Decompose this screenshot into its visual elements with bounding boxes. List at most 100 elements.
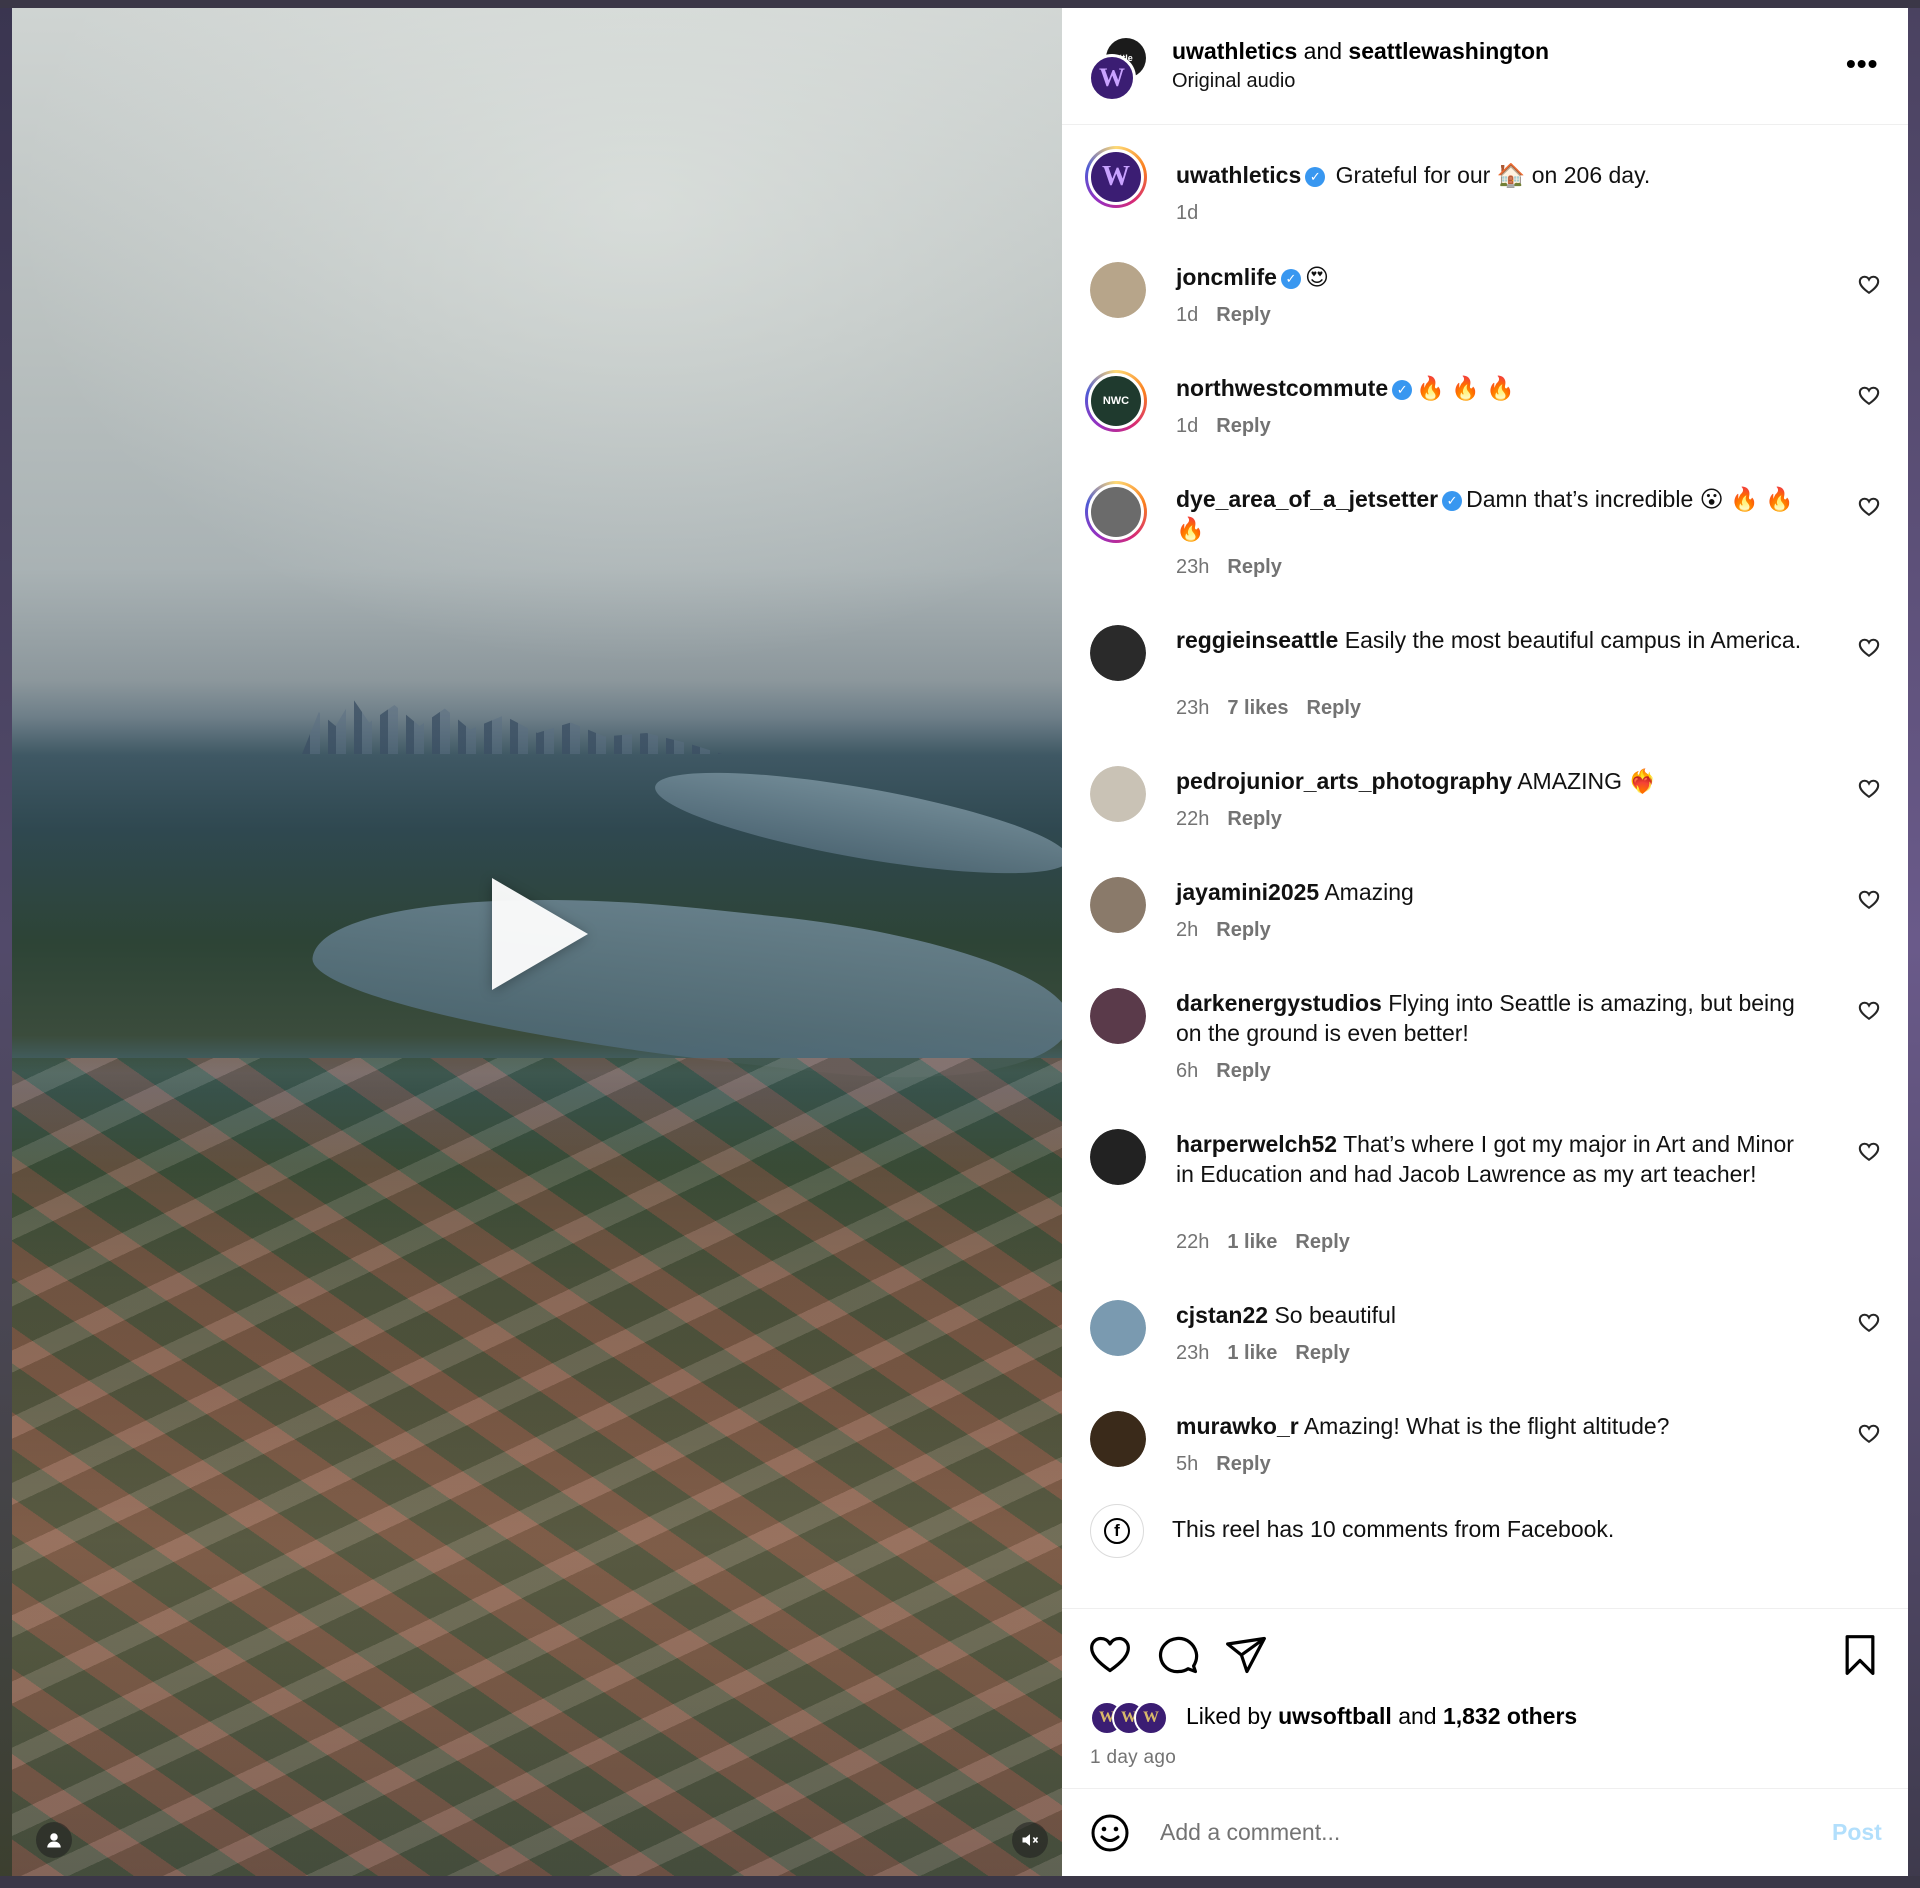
comment-time[interactable]: 2h bbox=[1176, 919, 1198, 941]
avatar[interactable] bbox=[1090, 262, 1146, 318]
comment-username[interactable]: reggieinseattle bbox=[1176, 627, 1338, 653]
backdrop-right bbox=[1908, 0, 1920, 1888]
reply-button[interactable]: Reply bbox=[1307, 697, 1361, 719]
reply-button[interactable]: Reply bbox=[1216, 919, 1270, 941]
post-timestamp[interactable]: 1 day ago bbox=[1090, 1747, 1176, 1769]
comment-time[interactable]: 23h bbox=[1176, 1342, 1209, 1364]
author-link[interactable]: seattlewashington bbox=[1348, 38, 1549, 64]
collab-avatars[interactable]: ttle W bbox=[1088, 38, 1150, 102]
video-skyline bbox=[302, 698, 722, 754]
comment-text: So beautiful bbox=[1274, 1302, 1396, 1328]
comment-time[interactable]: 23h bbox=[1176, 556, 1209, 578]
others-link[interactable]: 1,832 others bbox=[1443, 1703, 1577, 1729]
verified-badge-icon: ✓ bbox=[1442, 491, 1463, 511]
comment-likes[interactable]: 1 like bbox=[1227, 1342, 1277, 1364]
avatar[interactable]: NWC bbox=[1085, 370, 1147, 432]
comment-likes[interactable]: 1 like bbox=[1227, 1231, 1277, 1253]
video-lake-far bbox=[649, 752, 1062, 894]
video-campus bbox=[12, 1058, 1062, 1876]
post-authors: uwathletics and seattlewashington bbox=[1172, 38, 1550, 64]
likes-summary: W W W Liked by uwsoftball and 1,832 othe… bbox=[1090, 1701, 1850, 1737]
avatar[interactable] bbox=[1090, 1129, 1146, 1185]
person-icon[interactable] bbox=[36, 1822, 72, 1858]
comment-like-heart-icon[interactable] bbox=[1858, 889, 1880, 911]
audio-label[interactable]: Original audio bbox=[1172, 70, 1295, 93]
reply-button[interactable]: Reply bbox=[1216, 1453, 1270, 1475]
reply-button[interactable]: Reply bbox=[1216, 1060, 1270, 1082]
comment-like-heart-icon[interactable] bbox=[1858, 274, 1880, 296]
comment-time[interactable]: 6h bbox=[1176, 1060, 1198, 1082]
action-bar: W W W Liked by uwsoftball and 1,832 othe… bbox=[1062, 1608, 1908, 1797]
send-icon[interactable] bbox=[1224, 1633, 1268, 1677]
reply-button[interactable]: Reply bbox=[1295, 1342, 1349, 1364]
facebook-icon: f bbox=[1090, 1504, 1144, 1558]
caption-time[interactable]: 1d bbox=[1176, 202, 1198, 224]
avatar[interactable]: W bbox=[1085, 146, 1147, 208]
caption-username[interactable]: uwathletics bbox=[1176, 162, 1301, 188]
comment-time[interactable]: 22h bbox=[1176, 808, 1209, 830]
comment-text: Amazing bbox=[1324, 879, 1414, 905]
comment-likes[interactable]: 7 likes bbox=[1227, 697, 1288, 719]
smiley-icon[interactable] bbox=[1090, 1813, 1130, 1853]
avatar-uwathletics: W bbox=[1088, 54, 1136, 102]
post-button[interactable]: Post bbox=[1832, 1819, 1882, 1846]
comment-time[interactable]: 1d bbox=[1176, 415, 1198, 437]
comment-username[interactable]: murawko_r bbox=[1176, 1413, 1299, 1439]
comment-username[interactable]: cjstan22 bbox=[1176, 1302, 1268, 1328]
avatar[interactable] bbox=[1085, 481, 1147, 543]
reply-button[interactable]: Reply bbox=[1216, 415, 1270, 437]
backdrop-bottom bbox=[0, 1876, 1920, 1888]
comment-username[interactable]: darkenergystudios bbox=[1176, 990, 1382, 1016]
comment-time[interactable]: 5h bbox=[1176, 1453, 1198, 1475]
comment-composer: Post bbox=[1062, 1788, 1908, 1877]
reply-button[interactable]: Reply bbox=[1295, 1231, 1349, 1253]
comment-input[interactable] bbox=[1158, 1811, 1782, 1853]
comment-like-heart-icon[interactable] bbox=[1858, 637, 1880, 659]
comment-username[interactable]: pedrojunior_arts_photography bbox=[1176, 768, 1512, 794]
avatar[interactable] bbox=[1090, 1411, 1146, 1467]
avatar[interactable] bbox=[1090, 625, 1146, 681]
house-emoji: 🏠 bbox=[1496, 162, 1526, 188]
comment-username[interactable]: harperwelch52 bbox=[1176, 1131, 1337, 1157]
liker-avatar: W bbox=[1134, 1701, 1168, 1735]
author-link[interactable]: uwathletics bbox=[1172, 38, 1297, 64]
avatar[interactable] bbox=[1090, 877, 1146, 933]
comment-like-heart-icon[interactable] bbox=[1858, 1423, 1880, 1445]
comment-like-heart-icon[interactable] bbox=[1858, 1312, 1880, 1334]
play-icon[interactable] bbox=[492, 878, 588, 990]
verified-badge-icon: ✓ bbox=[1305, 167, 1326, 187]
comment-text: 😍 bbox=[1304, 264, 1329, 290]
verified-badge-icon: ✓ bbox=[1280, 269, 1301, 289]
comment-username[interactable]: joncmlife bbox=[1176, 264, 1277, 290]
avatar[interactable] bbox=[1090, 1300, 1146, 1356]
comment-like-heart-icon[interactable] bbox=[1858, 385, 1880, 407]
post-panel: ttle W uwathletics and seattlewashington… bbox=[1062, 8, 1908, 1876]
reply-button[interactable]: Reply bbox=[1227, 808, 1281, 830]
reel-video[interactable] bbox=[12, 8, 1062, 1876]
reply-button[interactable]: Reply bbox=[1227, 556, 1281, 578]
muted-speaker-icon[interactable] bbox=[1012, 1822, 1048, 1858]
more-options-icon[interactable]: ••• bbox=[1846, 48, 1878, 80]
comment-text: Easily the most beautiful campus in Amer… bbox=[1344, 627, 1802, 653]
facebook-note-text: This reel has 10 comments from Facebook. bbox=[1172, 1516, 1615, 1542]
comment-text: AMAZING ❤️‍🔥 bbox=[1517, 768, 1658, 794]
comment-like-heart-icon[interactable] bbox=[1858, 1000, 1880, 1022]
avatar[interactable] bbox=[1090, 988, 1146, 1044]
comment-like-heart-icon[interactable] bbox=[1858, 778, 1880, 800]
bookmark-icon[interactable] bbox=[1838, 1633, 1882, 1677]
comment-username[interactable]: jayamini2025 bbox=[1176, 879, 1319, 905]
comment-like-heart-icon[interactable] bbox=[1858, 496, 1880, 518]
comment-username[interactable]: northwestcommute bbox=[1176, 375, 1388, 401]
avatar[interactable] bbox=[1090, 766, 1146, 822]
comment-time[interactable]: 22h bbox=[1176, 1231, 1209, 1253]
heart-icon[interactable] bbox=[1088, 1633, 1132, 1677]
reply-button[interactable]: Reply bbox=[1216, 304, 1270, 326]
comment-time[interactable]: 1d bbox=[1176, 304, 1198, 326]
liker-username[interactable]: uwsoftball bbox=[1278, 1703, 1392, 1729]
comment-icon[interactable] bbox=[1156, 1633, 1200, 1677]
comment-username[interactable]: dye_area_of_a_jetsetter bbox=[1176, 486, 1438, 512]
comment-like-heart-icon[interactable] bbox=[1858, 1141, 1880, 1163]
comment-text: 🔥 🔥 🔥 bbox=[1416, 375, 1515, 401]
backdrop-top bbox=[0, 0, 1920, 8]
comment-time[interactable]: 23h bbox=[1176, 697, 1209, 719]
